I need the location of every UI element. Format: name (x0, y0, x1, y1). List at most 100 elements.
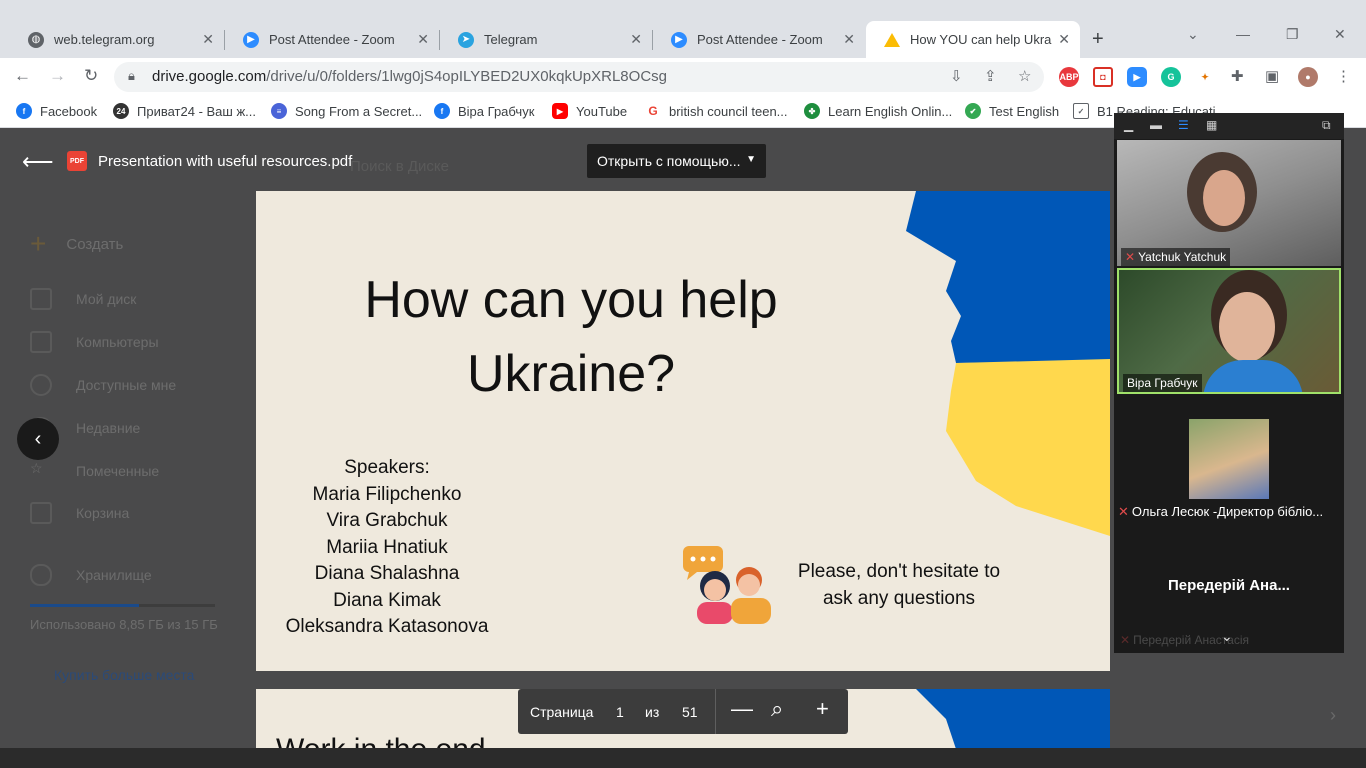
nav-computers: Компьютеры (30, 331, 159, 353)
tab-label: web.telegram.org (54, 32, 155, 47)
url-text[interactable]: drive.google.com/drive/u/0/folders/1lwg0… (152, 68, 667, 85)
close-icon[interactable]: ✕ (417, 31, 429, 48)
page-label: Страница (530, 704, 594, 720)
speaker-name: Mariia Hnatiuk (326, 536, 448, 558)
close-window-button[interactable]: ✕ (1334, 26, 1346, 43)
restore-button[interactable]: ❐ (1286, 26, 1299, 43)
reload-icon[interactable]: ↻ (84, 66, 98, 86)
adblock-icon[interactable]: ABP (1059, 67, 1079, 87)
new-tab-button[interactable]: + (1092, 28, 1104, 51)
open-with-button[interactable]: Открыть с помощью... ▼ (587, 144, 766, 178)
tab-search-icon[interactable]: ⌄ (1187, 26, 1199, 43)
forward-icon[interactable]: → (49, 66, 66, 86)
zoom-reset-icon[interactable]: ⌕ (771, 696, 783, 722)
drive-search-dimmed: Поиск в Диске (350, 158, 449, 175)
speakers-heading: Speakers: (344, 457, 430, 478)
lock-icon[interactable]: 🔒︎ (128, 68, 135, 84)
bookmark-song[interactable]: ≡ Song From a Secret... (271, 101, 422, 121)
participant-tile[interactable]: ✕ Yatchuk Yatchuk (1117, 140, 1341, 266)
side-panel-icon[interactable]: ▣ (1265, 67, 1279, 85)
back-arrow-icon[interactable]: ⟵ (22, 149, 54, 175)
clover-icon: ✤ (804, 103, 820, 119)
flag-yellow-shape (946, 359, 1110, 536)
install-app-icon[interactable]: ⇩ (950, 67, 963, 85)
tab-label: How YOU can help Ukrain (910, 32, 1053, 47)
current-page-input[interactable]: 1 (616, 704, 624, 720)
close-icon[interactable]: ✕ (202, 31, 214, 48)
star-icon: ☆ (30, 460, 43, 476)
zoom-out-button[interactable]: — (731, 696, 753, 722)
participant-name: ✕ Yatchuk Yatchuk (1121, 248, 1231, 266)
plus-icon: + (30, 228, 47, 259)
chat-people-illustration (683, 546, 771, 624)
participant-name: Віра Грабчук (1123, 374, 1202, 392)
youtube-icon: ▶ (552, 103, 568, 119)
bookmark-facebook[interactable]: f Facebook (16, 101, 97, 121)
tab-label: Telegram (484, 32, 538, 47)
storage-bar-fill (30, 604, 140, 607)
bookmark-test-english[interactable]: ✔ Test English (965, 101, 1059, 121)
extension-figure-icon[interactable]: ✦ (1195, 67, 1215, 87)
url-host: drive.google.com (152, 68, 267, 85)
extension-shield-icon[interactable]: ◘ (1093, 67, 1113, 87)
zoom-icon: ▶ (671, 31, 687, 48)
of-label: из (645, 704, 660, 720)
extensions-puzzle-icon[interactable]: ✚ (1231, 67, 1244, 85)
bookmark-learn-english[interactable]: ✤ Learn English Onlin... (804, 101, 952, 121)
pdf-page-1: How can you help Ukraine? Speakers: Mari… (256, 191, 1110, 671)
google-drive-icon (884, 32, 900, 47)
bookmark-label: Test English (989, 103, 1060, 119)
hide-video-icon[interactable]: ▬ (1150, 118, 1162, 132)
striped-icon: ≡ (271, 103, 287, 119)
muted-mic-icon: ✕ (1120, 633, 1131, 647)
drive-icon (30, 288, 52, 310)
caret-down-icon: ▼ (746, 154, 756, 165)
chevron-right-icon[interactable]: › (1330, 705, 1336, 726)
tab-google-drive[interactable]: How YOU can help Ukrain ✕ (866, 21, 1080, 58)
grammarly-icon[interactable]: G (1161, 67, 1181, 87)
chevron-down-icon[interactable]: ⌄ (1221, 628, 1233, 645)
gallery-view-icon[interactable]: ▦ (1206, 118, 1217, 132)
speaker-name: Vira Grabchuk (326, 510, 448, 531)
exit-fullscreen-icon[interactable]: ⧉ (1322, 118, 1331, 133)
tab-telegram[interactable]: ➤ Telegram ✕ (440, 21, 652, 58)
zoom-in-button[interactable]: + (816, 696, 829, 722)
url-path: /drive/u/0/folders/1lwg0jS4opILYBED2UX0k… (266, 68, 667, 85)
speaker-view-icon[interactable]: ☰ (1178, 118, 1189, 132)
bookmark-label: Learn English Onlin... (828, 103, 953, 119)
nav-label: Доступные мне (76, 377, 177, 393)
participant-name-text: Ольга Лесюк -Директор бібліо... (1131, 504, 1324, 519)
speech-bubble-tail (687, 572, 697, 580)
bookmark-privat24[interactable]: 24 Приват24 - Ваш ж... (113, 101, 256, 121)
bookmark-british-council[interactable]: G british council teen... (645, 101, 788, 121)
tab-zoom-2[interactable]: ▶ Post Attendee - Zoom ✕ (653, 21, 865, 58)
cloud-icon (30, 564, 52, 586)
tab-telegram-web[interactable]: ◍ web.telegram.org ✕ (10, 21, 224, 58)
bookmark-label: Song From a Secret... (295, 103, 423, 119)
tab-zoom-1[interactable]: ▶ Post Attendee - Zoom ✕ (225, 21, 439, 58)
browser-menu-icon[interactable]: ⋮ (1336, 67, 1351, 85)
bubble-dot (710, 556, 716, 562)
buy-storage-link: Купить больше места (54, 667, 195, 683)
pdf-file-icon: PDF (67, 151, 87, 171)
nav-label: Компьютеры (76, 334, 159, 350)
speaker-name: Diana Kimak (333, 589, 441, 611)
zoom-icon: ▶ (243, 31, 259, 48)
bookmark-star-icon[interactable]: ☆ (1018, 67, 1031, 85)
back-icon[interactable]: ← (14, 66, 31, 86)
close-icon[interactable]: ✕ (1058, 31, 1070, 48)
girl-body (697, 602, 733, 624)
profile-avatar[interactable]: ● (1298, 67, 1318, 87)
bookmark-youtube[interactable]: ▶ YouTube (552, 101, 627, 121)
bookmark-vira[interactable]: f Віра Грабчук (434, 101, 534, 121)
globe-icon: ◍ (28, 31, 44, 48)
close-icon[interactable]: ✕ (843, 31, 855, 48)
participant-tile-active[interactable]: Віра Грабчук (1117, 268, 1341, 394)
minimize-video-icon[interactable]: ▁ (1124, 118, 1133, 132)
share-icon[interactable]: ⇪ (984, 67, 997, 85)
close-icon[interactable]: ✕ (630, 31, 642, 48)
trash-icon (30, 502, 52, 524)
minimize-button[interactable]: — (1236, 26, 1250, 42)
previous-file-button[interactable]: ‹ (17, 418, 59, 460)
zoom-extension-icon[interactable]: ▶ (1127, 67, 1147, 87)
